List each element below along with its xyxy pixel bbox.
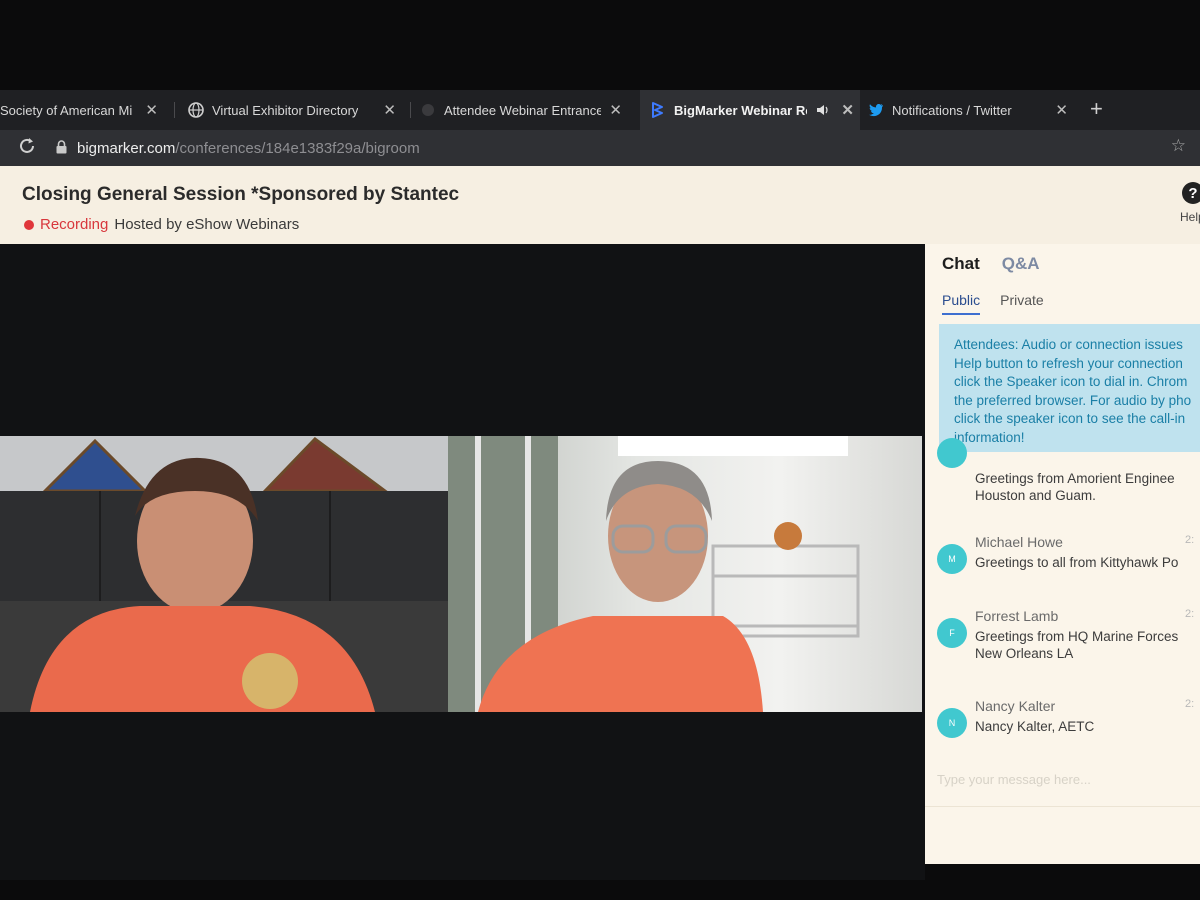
- tab-society-of-american[interactable]: Society of American Mi ✕: [0, 90, 170, 130]
- chat-message: Greetings from Amorient Enginee Houston …: [937, 438, 1200, 503]
- tab-separator: [174, 102, 175, 118]
- chat-message: F Forrest Lamb 2: Greetings from HQ Mari…: [937, 608, 1200, 668]
- video-stage: [0, 244, 925, 880]
- reload-icon[interactable]: [18, 137, 36, 161]
- chat-sub-tabs: Public Private: [942, 292, 1044, 315]
- new-tab-button[interactable]: +: [1090, 96, 1103, 122]
- message-text: New Orleans LA: [975, 646, 1074, 661]
- tab-qa[interactable]: Q&A: [1002, 254, 1040, 274]
- speaker-video-right[interactable]: [448, 436, 922, 712]
- composer-divider: [925, 806, 1200, 807]
- session-subline: Recording Hosted by eShow Webinars: [24, 216, 299, 233]
- notice-line: click the speaker icon to see the call-i…: [954, 411, 1186, 426]
- browser-tab-bar: Society of American Mi ✕ Virtual Exhibit…: [0, 90, 1200, 130]
- close-tab-icon[interactable]: ✕: [609, 101, 634, 119]
- message-text: Greetings from Amorient Enginee: [975, 471, 1175, 486]
- message-time: 2:: [1185, 698, 1195, 710]
- chat-message: N Nancy Kalter 2: Nancy Kalter, AETC: [937, 698, 1200, 748]
- chat-message-input[interactable]: Type your message here...: [937, 772, 1091, 787]
- tab-separator: [410, 102, 411, 118]
- close-tab-icon[interactable]: ✕: [145, 101, 170, 119]
- notice-line: the preferred browser. For audio by pho: [954, 392, 1192, 408]
- globe-icon: [188, 102, 204, 118]
- message-author: Nancy Kalter: [975, 698, 1056, 714]
- tab-title: Virtual Exhibitor Directory: [212, 102, 359, 118]
- avatar: F: [937, 618, 967, 648]
- address-bar[interactable]: bigmarker.com /conferences/184e1383f29a/…: [56, 134, 1192, 162]
- close-tab-icon[interactable]: ✕: [1055, 101, 1080, 119]
- speaker-icon[interactable]: [815, 102, 831, 118]
- session-header: Closing General Session *Sponsored by St…: [0, 166, 1200, 244]
- recording-label: Recording: [40, 216, 109, 233]
- message-author: Michael Howe: [975, 534, 1063, 550]
- avatar: N: [937, 708, 967, 738]
- recording-dot-icon: [24, 219, 34, 230]
- panel-tabs: Chat Q&A: [942, 254, 1040, 274]
- tab-chat[interactable]: Chat: [942, 254, 980, 274]
- site-icon: [420, 102, 436, 118]
- avatar: M: [937, 544, 967, 574]
- tab-public[interactable]: Public: [942, 292, 981, 315]
- message-text: Greetings from HQ Marine Forces: [975, 629, 1179, 644]
- help-icon[interactable]: ?: [1182, 182, 1200, 204]
- twitter-icon: [868, 102, 884, 118]
- close-tab-icon[interactable]: ✕: [383, 101, 408, 119]
- help-label[interactable]: Help: [1180, 210, 1200, 224]
- tab-notifications-twitter[interactable]: Notifications / Twitter ✕: [868, 90, 1080, 130]
- close-tab-icon[interactable]: ✕: [841, 101, 860, 119]
- tab-title: Notifications / Twitter: [892, 102, 1012, 118]
- attendee-notice: Attendees: Audio or connection issues He…: [939, 324, 1200, 452]
- tab-virtual-exhibitor-directory[interactable]: Virtual Exhibitor Directory ✕: [188, 90, 408, 130]
- lock-icon: [56, 139, 67, 157]
- notice-line: Help button to refresh your connection: [954, 355, 1183, 371]
- notice-line: information!: [954, 429, 1025, 445]
- url-path: /conferences/184e1383f29a/bigroom: [175, 139, 420, 157]
- message-text: Houston and Guam.: [975, 488, 1096, 503]
- browser-toolbar: bigmarker.com /conferences/184e1383f29a/…: [0, 130, 1200, 166]
- chat-panel: Chat Q&A Public Private Attendees: Audio…: [925, 244, 1200, 864]
- page-title: Closing General Session *Sponsored by St…: [22, 184, 460, 205]
- message-text: Greetings to all from Kittyhawk Po: [975, 555, 1179, 570]
- bookmark-star-icon[interactable]: ☆: [1171, 136, 1186, 156]
- host-text: Hosted by eShow Webinars: [114, 216, 300, 233]
- tab-bigmarker-webinar-room[interactable]: BigMarker Webinar Roo ✕: [640, 90, 860, 130]
- notice-line: Attendees: Audio or connection issues: [954, 337, 1183, 352]
- message-time: 2:: [1185, 608, 1195, 620]
- message-time: 2:: [1185, 534, 1195, 546]
- tab-title: Society of American Mi: [0, 102, 133, 118]
- chat-message: M Michael Howe 2: Greetings to all from …: [937, 534, 1200, 584]
- speaker-video-left[interactable]: [0, 436, 448, 712]
- tab-private[interactable]: Private: [1000, 292, 1044, 315]
- tab-title: Attendee Webinar Entrance: [444, 102, 602, 118]
- avatar: [937, 438, 967, 468]
- url-host: bigmarker.com: [77, 139, 176, 157]
- tab-attendee-webinar-entrance[interactable]: Attendee Webinar Entrance ✕: [420, 90, 634, 130]
- tab-title: BigMarker Webinar Roo: [674, 102, 808, 118]
- bigmarker-icon: [650, 102, 666, 118]
- message-author: Forrest Lamb: [975, 608, 1059, 624]
- notice-line: click the Speaker icon to dial in. Chrom: [954, 374, 1188, 389]
- message-text: Nancy Kalter, AETC: [975, 719, 1095, 734]
